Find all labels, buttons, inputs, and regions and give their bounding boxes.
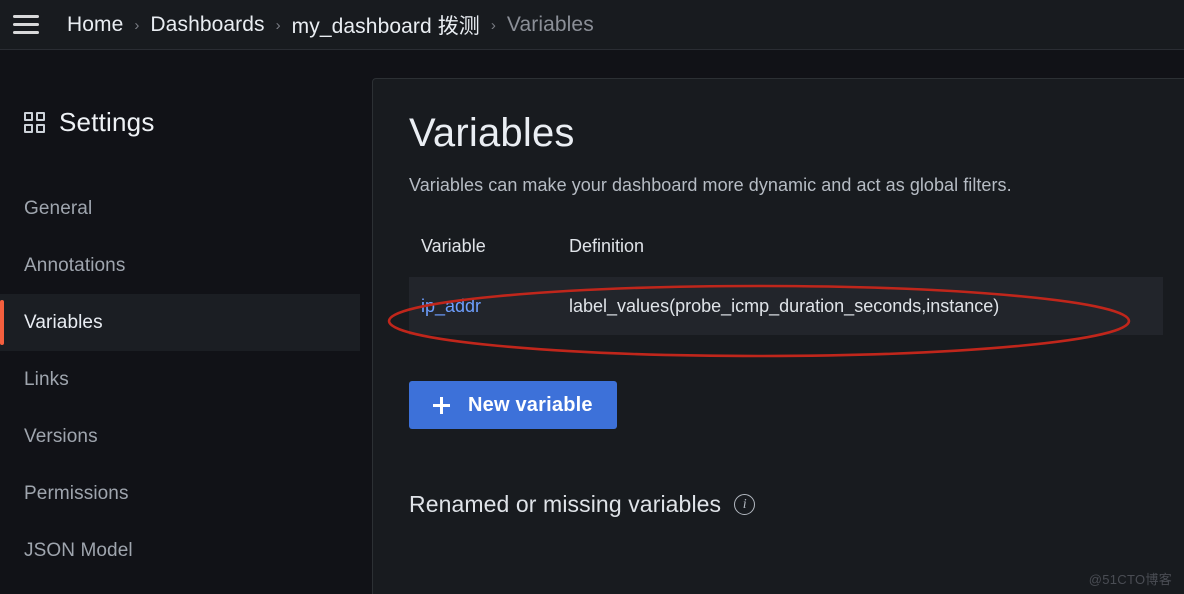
sidebar-item-json-model[interactable]: JSON Model xyxy=(0,522,360,579)
sidebar-item-annotations[interactable]: Annotations xyxy=(0,237,360,294)
renamed-missing-variables-section: Renamed or missing variables i xyxy=(409,491,1163,518)
sidebar-item-permissions[interactable]: Permissions xyxy=(0,465,360,522)
grid-icon-cell xyxy=(36,112,45,121)
hamburger-bar xyxy=(13,15,39,18)
settings-nav-list: General Annotations Variables Links Vers… xyxy=(0,180,360,579)
page-subtitle: Variables can make your dashboard more d… xyxy=(409,175,1012,195)
breadcrumb-separator-icon: › xyxy=(134,17,140,34)
settings-sidebar: Settings General Annotations Variables L… xyxy=(0,51,360,594)
top-navigation-bar: Home › Dashboards › my_dashboard 拨测 › Va… xyxy=(0,0,1184,50)
sidebar-item-general[interactable]: General xyxy=(0,180,360,237)
table-row[interactable]: ip_addr label_values(probe_icmp_duration… xyxy=(409,277,1163,335)
grid-icon-cell xyxy=(36,124,45,133)
info-circle-icon[interactable]: i xyxy=(734,494,756,515)
breadcrumb-item-dashboards[interactable]: Dashboards xyxy=(150,13,264,37)
new-variable-button-label: New variable xyxy=(468,393,593,416)
page-title: Variables xyxy=(409,111,575,155)
column-header-definition: Definition xyxy=(569,236,645,256)
hamburger-bar xyxy=(13,23,39,26)
plus-icon xyxy=(433,396,450,414)
variables-table-header: Variable Definition xyxy=(409,236,1163,277)
table-cell-variable: ip_addr xyxy=(409,277,557,335)
grid-icon xyxy=(24,112,45,133)
breadcrumb: Home › Dashboards › my_dashboard 拨测 › Va… xyxy=(67,10,594,40)
app-root: Home › Dashboards › my_dashboard 拨测 › Va… xyxy=(0,0,1184,594)
hamburger-bar xyxy=(13,31,39,34)
hamburger-menu-icon[interactable] xyxy=(11,10,41,40)
breadcrumb-item-home[interactable]: Home xyxy=(67,13,123,37)
settings-title: Settings xyxy=(59,107,155,137)
breadcrumb-separator-icon: › xyxy=(275,17,281,34)
settings-header: Settings xyxy=(0,107,360,138)
watermark: @51CTO博客 xyxy=(1088,572,1172,587)
grid-icon-cell xyxy=(24,124,33,133)
variables-table: Variable Definition ip_addr label_values… xyxy=(409,236,1163,335)
variables-table-body: ip_addr label_values(probe_icmp_duration… xyxy=(409,277,1163,335)
breadcrumb-separator-icon: › xyxy=(490,17,496,34)
variable-name-link[interactable]: ip_addr xyxy=(421,296,481,316)
sidebar-item-links[interactable]: Links xyxy=(0,351,360,408)
variables-panel: Variables Variables can make your dashbo… xyxy=(372,78,1184,594)
sidebar-item-variables[interactable]: Variables xyxy=(0,294,360,351)
new-variable-button[interactable]: New variable xyxy=(409,381,617,429)
sidebar-item-versions[interactable]: Versions xyxy=(0,408,360,465)
renamed-missing-variables-title: Renamed or missing variables xyxy=(409,491,722,517)
column-header-variable: Variable xyxy=(421,236,486,256)
breadcrumb-item-dashboard-name[interactable]: my_dashboard 拨测 xyxy=(292,10,480,40)
table-header-row: Variable Definition xyxy=(409,236,1163,277)
breadcrumb-item-variables: Variables xyxy=(506,12,594,36)
grid-icon-cell xyxy=(24,112,33,121)
table-cell-definition: label_values(probe_icmp_duration_seconds… xyxy=(569,295,1000,316)
